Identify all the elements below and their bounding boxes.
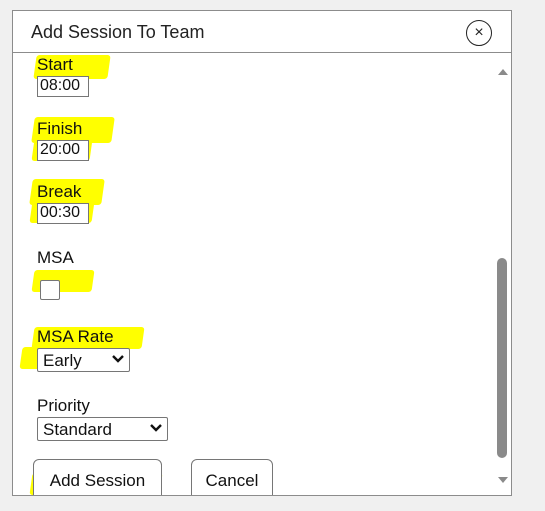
msa-label: MSA bbox=[37, 248, 74, 267]
add-session-button[interactable]: Add Session bbox=[33, 459, 162, 495]
msa-rate-label: MSA Rate bbox=[37, 327, 114, 346]
finish-label: Finish bbox=[37, 119, 83, 138]
scrollbar-thumb[interactable] bbox=[497, 258, 507, 458]
chevron-down-icon bbox=[112, 355, 124, 363]
break-time-input[interactable]: 00:30 bbox=[37, 203, 89, 224]
scroll-down-icon[interactable] bbox=[498, 477, 508, 483]
add-session-dialog: Add Session To Team × Start 08:00 Finish… bbox=[12, 10, 512, 496]
dialog-titlebar: Add Session To Team × bbox=[13, 11, 511, 53]
scroll-up-icon[interactable] bbox=[498, 69, 508, 75]
chevron-down-icon bbox=[150, 424, 162, 432]
msa-checkbox[interactable] bbox=[40, 280, 60, 300]
dialog-body: Start 08:00 Finish 20:00 Break 00:30 MSA… bbox=[13, 53, 511, 495]
vertical-scrollbar[interactable] bbox=[495, 53, 511, 495]
priority-selected: Standard bbox=[43, 420, 112, 439]
priority-select[interactable]: Standard bbox=[37, 417, 168, 441]
priority-label: Priority bbox=[37, 396, 90, 415]
start-label: Start bbox=[37, 55, 73, 74]
msa-rate-select[interactable]: Early bbox=[37, 348, 130, 372]
cancel-button[interactable]: Cancel bbox=[191, 459, 273, 495]
break-label: Break bbox=[37, 182, 82, 201]
finish-time-input[interactable]: 20:00 bbox=[37, 140, 89, 161]
msa-rate-selected: Early bbox=[43, 351, 82, 370]
start-time-input[interactable]: 08:00 bbox=[37, 76, 89, 97]
dialog-title: Add Session To Team bbox=[31, 22, 205, 42]
close-icon[interactable]: × bbox=[466, 20, 492, 46]
